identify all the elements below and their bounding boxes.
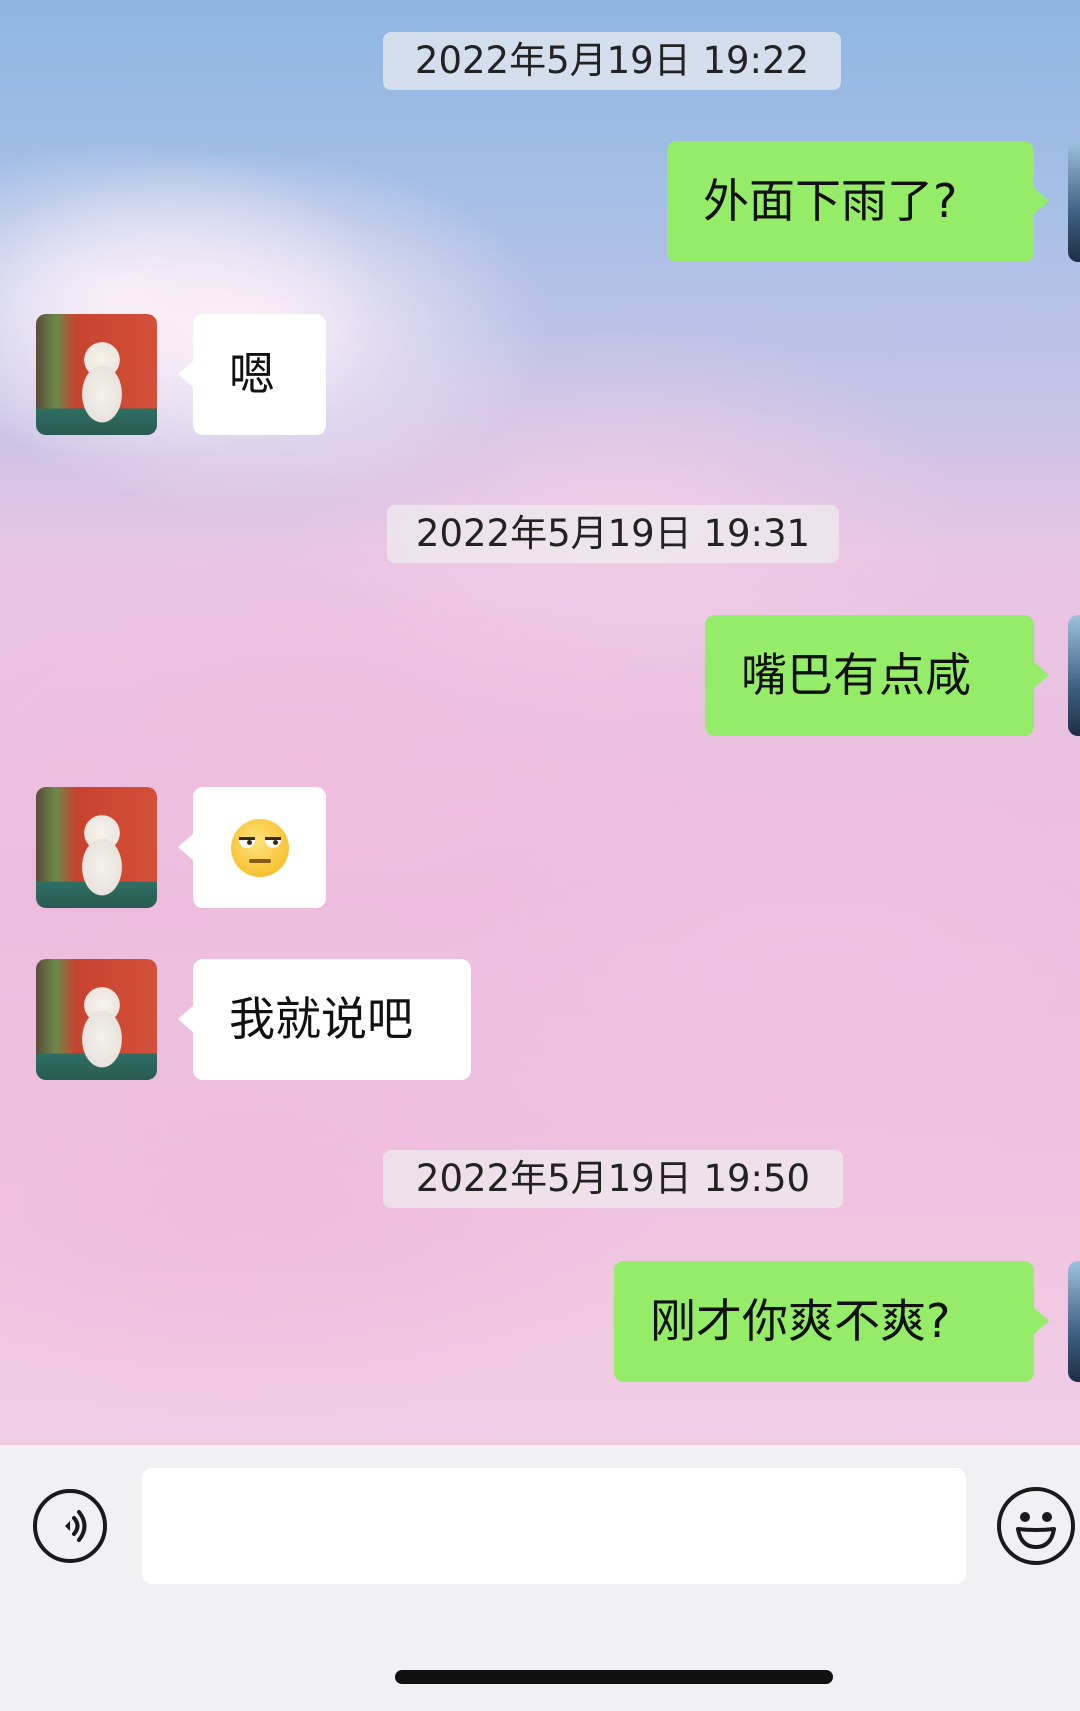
emoji-button[interactable] xyxy=(997,1487,1075,1565)
my-avatar[interactable] xyxy=(1068,615,1080,736)
sent-message-bubble[interactable]: 嘴巴有点咸 xyxy=(705,615,1049,736)
unamused-face-icon xyxy=(230,818,289,877)
contact-avatar[interactable] xyxy=(36,787,157,908)
received-message-bubble[interactable]: 嗯 xyxy=(178,314,326,435)
received-message-bubble[interactable]: 我就说吧 xyxy=(178,959,471,1080)
sent-message-bubble[interactable]: 刚才你爽不爽? xyxy=(614,1261,1049,1382)
smiley-icon xyxy=(1016,1512,1056,1549)
home-indicator[interactable] xyxy=(395,1670,833,1684)
timestamp: 2022年5月19日 19:22 xyxy=(383,32,841,90)
message-input[interactable] xyxy=(142,1468,966,1584)
voice-icon xyxy=(65,1510,87,1542)
sent-message-bubble[interactable]: 外面下雨了? xyxy=(667,141,1049,262)
timestamp: 2022年5月19日 19:31 xyxy=(387,505,839,563)
contact-avatar[interactable] xyxy=(36,314,157,435)
my-avatar[interactable] xyxy=(1068,141,1080,262)
voice-button[interactable] xyxy=(33,1489,107,1563)
received-emoji-bubble[interactable] xyxy=(178,787,326,908)
timestamp: 2022年5月19日 19:50 xyxy=(383,1150,843,1208)
my-avatar[interactable] xyxy=(1068,1261,1080,1382)
contact-avatar[interactable] xyxy=(36,959,157,1080)
